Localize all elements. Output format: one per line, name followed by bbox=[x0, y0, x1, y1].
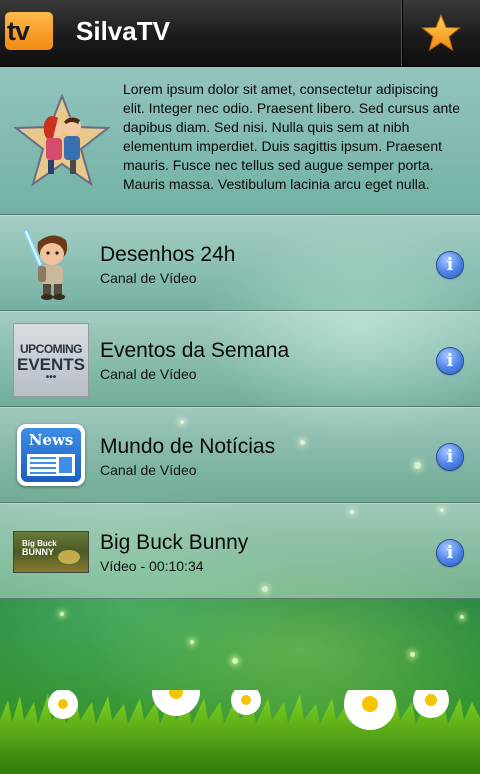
channel-subtitle: Canal de Vídeo bbox=[100, 366, 197, 382]
upcoming-events-thumbnail: UPCOMING EVENTS ••• bbox=[14, 324, 88, 396]
intro-panel: Lorem ipsum dolor sit amet, consectetur … bbox=[0, 67, 480, 215]
thumbnail-text: ••• bbox=[45, 372, 57, 383]
channel-title: Desenhos 24h bbox=[100, 243, 236, 266]
info-button[interactable]: i bbox=[437, 348, 463, 374]
thumbnail-text: UPCOMING bbox=[20, 342, 83, 356]
channel-title: Mundo de Notícias bbox=[100, 435, 276, 458]
info-button[interactable]: i bbox=[437, 444, 463, 470]
app-header: tv SilvaTV bbox=[0, 0, 480, 67]
app-logo: tv bbox=[5, 12, 53, 50]
news-thumbnail: News bbox=[17, 424, 85, 486]
info-button[interactable]: i bbox=[437, 252, 463, 278]
star-icon bbox=[421, 13, 461, 52]
favorites-button[interactable] bbox=[401, 0, 480, 66]
grass-decoration bbox=[0, 690, 480, 774]
thumbnail-text: News bbox=[28, 431, 74, 449]
daisy-flower-icon bbox=[48, 690, 78, 719]
big-buck-bunny-thumbnail: Big Buck BUNNY bbox=[14, 532, 88, 572]
info-icon: i bbox=[446, 447, 454, 467]
info-icon: i bbox=[446, 543, 454, 563]
app-title: SilvaTV bbox=[76, 16, 170, 46]
channel-title: Eventos da Semana bbox=[100, 339, 290, 362]
info-icon: i bbox=[446, 255, 454, 275]
channel-row[interactable]: UPCOMING EVENTS ••• Eventos da Semana Ca… bbox=[0, 311, 480, 407]
channel-subtitle: Canal de Vídeo bbox=[100, 270, 197, 286]
info-icon: i bbox=[446, 351, 454, 371]
couple-star-icon bbox=[14, 94, 110, 187]
channel-row[interactable]: Desenhos 24h Canal de Vídeo i bbox=[0, 215, 480, 311]
thumbnail-text: EVENTS bbox=[16, 355, 86, 374]
channel-subtitle: Canal de Vídeo bbox=[100, 462, 197, 478]
cartoon-character-thumbnail bbox=[23, 229, 68, 300]
channel-subtitle: Vídeo - 00:10:34 bbox=[100, 558, 204, 574]
intro-description: Lorem ipsum dolor sit amet, consectetur … bbox=[123, 81, 460, 192]
channel-title: Big Buck Bunny bbox=[100, 531, 249, 554]
app-logo-text: tv bbox=[7, 16, 30, 46]
channel-row[interactable]: Big Buck BUNNY Big Buck Bunny Vídeo - 00… bbox=[0, 503, 480, 599]
channel-row[interactable]: News Mundo de Notícias Canal de Vídeo i bbox=[0, 407, 480, 503]
info-button[interactable]: i bbox=[437, 540, 463, 566]
daisy-flower-icon bbox=[152, 690, 200, 716]
thumbnail-text: BUNNY bbox=[22, 547, 55, 557]
